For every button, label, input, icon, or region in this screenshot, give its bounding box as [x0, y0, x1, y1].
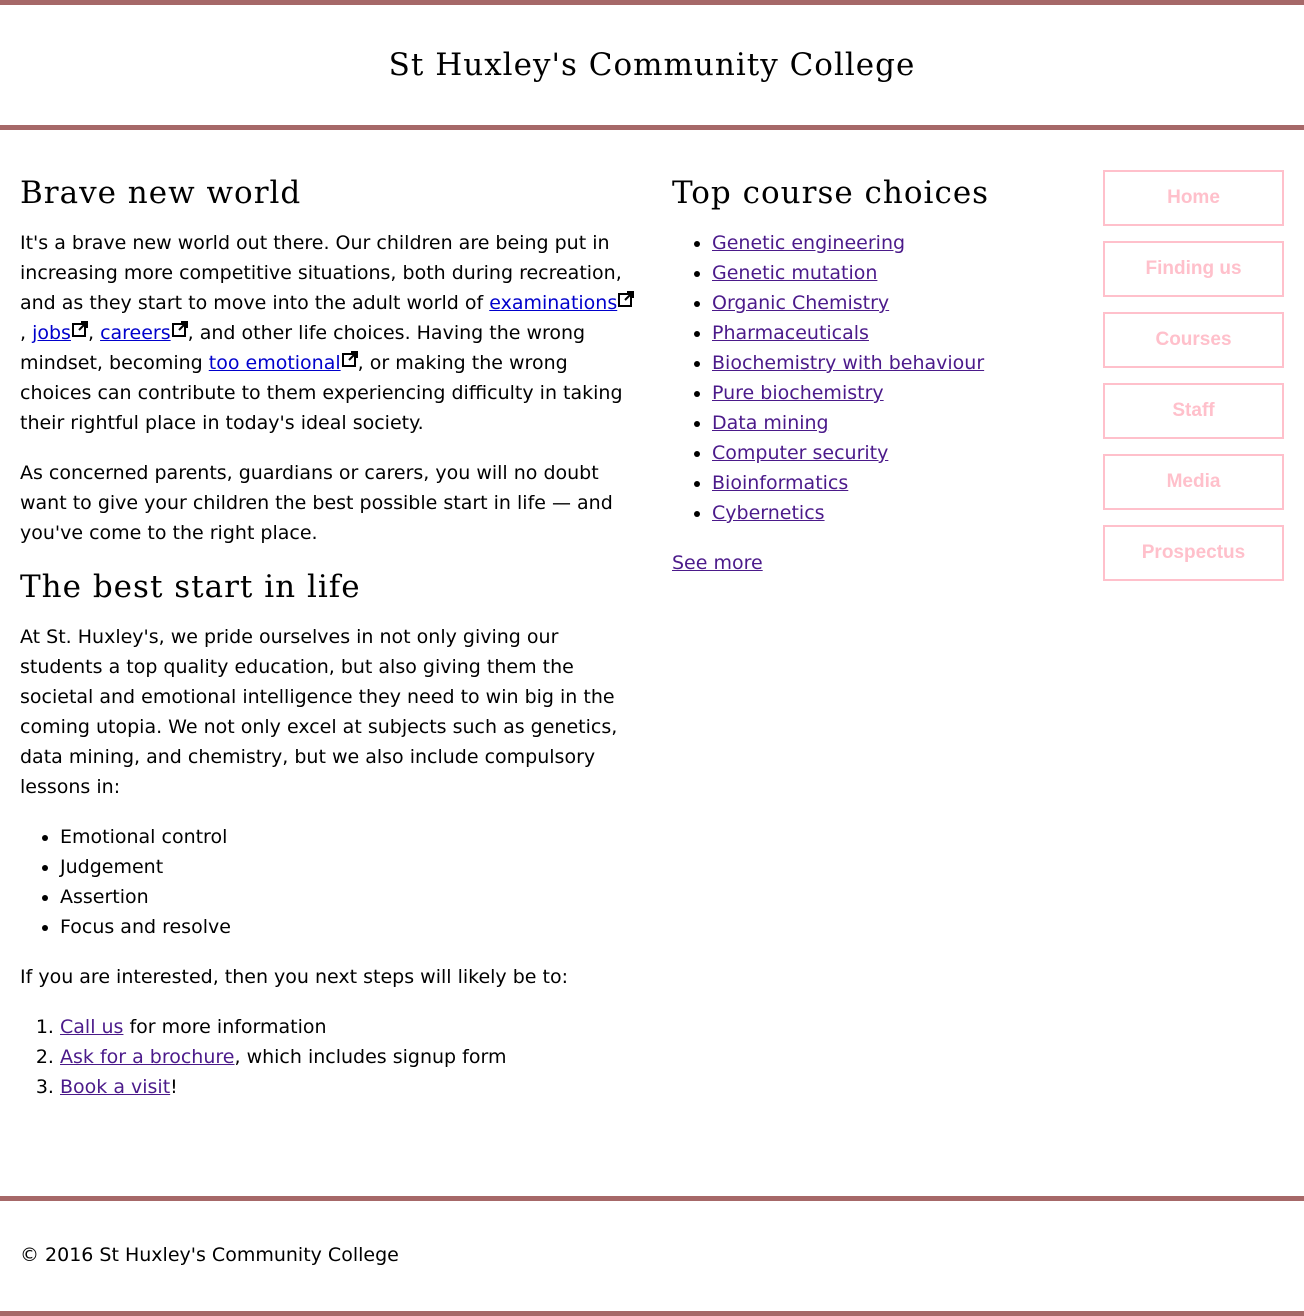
site-header: St Huxley's Community College — [0, 5, 1304, 125]
list-item: Pharmaceuticals — [712, 318, 1072, 348]
list-item: Computer security — [712, 438, 1072, 468]
list-item: Book a visit! — [60, 1072, 636, 1102]
course-link[interactable]: Genetic mutation — [712, 262, 877, 284]
see-more-wrapper: See more — [672, 548, 1072, 578]
nav-home-button[interactable]: Home — [1103, 170, 1284, 226]
nav-courses-button[interactable]: Courses — [1103, 312, 1284, 368]
list-item: Organic Chemistry — [712, 288, 1072, 318]
link-jobs[interactable]: jobs — [32, 322, 71, 344]
main-content: Brave new world It's a brave new world o… — [20, 170, 636, 1102]
courses-sidebar: Top course choices Genetic engineering G… — [672, 170, 1072, 578]
course-link[interactable]: Data mining — [712, 412, 829, 434]
list-item: Data mining — [712, 408, 1072, 438]
link-careers[interactable]: careers — [100, 322, 171, 344]
pride-paragraph: At St. Huxley's, we pride ourselves in n… — [20, 626, 618, 798]
external-link-icon — [618, 291, 635, 307]
main-nav: Home Finding us Courses Staff Media Pros… — [1103, 170, 1284, 596]
see-more-link[interactable]: See more — [672, 552, 763, 574]
course-link[interactable]: Pharmaceuticals — [712, 322, 869, 344]
next-steps-paragraph: If you are interested, then you next ste… — [20, 966, 568, 988]
external-link-icon — [171, 321, 188, 337]
course-link[interactable]: Cybernetics — [712, 502, 825, 524]
brochure-link[interactable]: Ask for a brochure — [60, 1046, 234, 1068]
bottom-border — [0, 1311, 1304, 1316]
list-item: Biochemistry with behaviour — [712, 348, 1072, 378]
list-item: Call us for more information — [60, 1012, 636, 1042]
nav-staff-button[interactable]: Staff — [1103, 383, 1284, 439]
course-link[interactable]: Biochemistry with behaviour — [712, 352, 984, 374]
course-link[interactable]: Organic Chemistry — [712, 292, 889, 314]
heading-brave-new-world: Brave new world — [20, 175, 302, 211]
book-visit-link[interactable]: Book a visit — [60, 1076, 170, 1098]
list-item: Assertion — [60, 882, 636, 912]
list-item: Pure biochemistry — [712, 378, 1072, 408]
external-link-icon — [71, 321, 88, 337]
list-item: Judgement — [60, 852, 636, 882]
copyright-text: © 2016 St Huxley's Community College — [20, 1244, 399, 1266]
course-link[interactable]: Bioinformatics — [712, 472, 848, 494]
header-border — [0, 125, 1304, 130]
list-item: Emotional control — [60, 822, 636, 852]
course-link[interactable]: Pure biochemistry — [712, 382, 884, 404]
heading-top-courses: Top course choices — [672, 175, 990, 211]
list-item: Focus and resolve — [60, 912, 636, 942]
next-steps-list: Call us for more information Ask for a b… — [20, 1012, 636, 1102]
courses-list: Genetic engineering Genetic mutation Org… — [672, 228, 1072, 528]
nav-media-button[interactable]: Media — [1103, 454, 1284, 510]
list-item: Genetic engineering — [712, 228, 1072, 258]
parents-paragraph: As concerned parents, guardians or carer… — [20, 462, 613, 544]
course-link[interactable]: Genetic engineering — [712, 232, 905, 254]
external-link-icon — [341, 351, 358, 367]
link-too-emotional[interactable]: too emotional — [209, 352, 341, 374]
site-footer: © 2016 St Huxley's Community College — [0, 1201, 1304, 1311]
link-examinations[interactable]: examinations — [489, 292, 617, 314]
intro-paragraph: It's a brave new world out there. Our ch… — [20, 228, 636, 438]
list-item: Cybernetics — [712, 498, 1072, 528]
heading-best-start: The best start in life — [20, 569, 361, 605]
call-us-link[interactable]: Call us — [60, 1016, 123, 1038]
nav-prospectus-button[interactable]: Prospectus — [1103, 525, 1284, 581]
course-link[interactable]: Computer security — [712, 442, 888, 464]
lessons-list: Emotional control Judgement Assertion Fo… — [20, 822, 636, 942]
site-title: St Huxley's Community College — [388, 47, 916, 83]
list-item: Genetic mutation — [712, 258, 1072, 288]
nav-finding-us-button[interactable]: Finding us — [1103, 241, 1284, 297]
list-item: Bioinformatics — [712, 468, 1072, 498]
list-item: Ask for a brochure, which includes signu… — [60, 1042, 636, 1072]
